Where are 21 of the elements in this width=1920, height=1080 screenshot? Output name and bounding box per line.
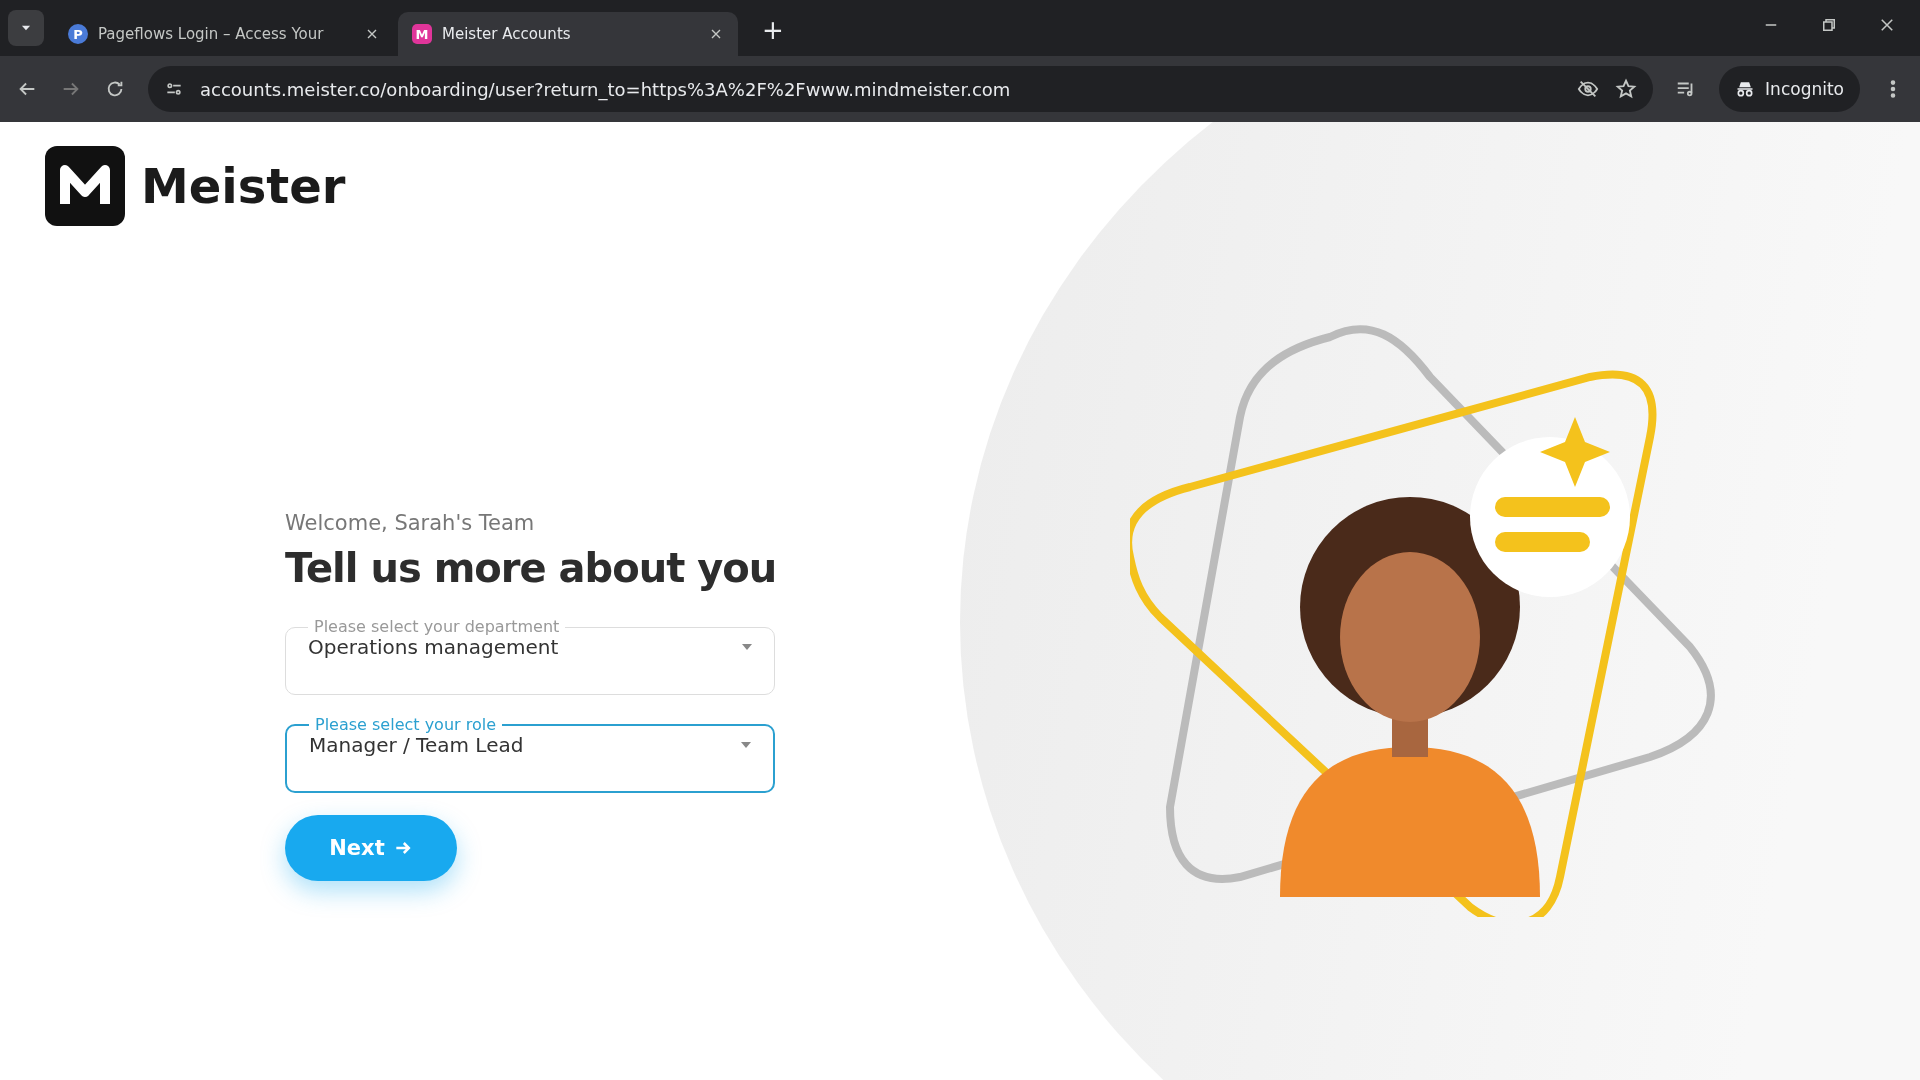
welcome-text: Welcome, Sarah's Team bbox=[285, 511, 536, 535]
favicon: M bbox=[412, 24, 432, 44]
browser-tab[interactable]: M Meister Accounts bbox=[398, 12, 738, 56]
logo-icon bbox=[45, 146, 125, 226]
dropdown-icon bbox=[741, 742, 751, 748]
dropdown-icon bbox=[742, 644, 752, 650]
page-heading: Tell us more about you bbox=[285, 544, 777, 593]
eye-slash-icon[interactable] bbox=[1577, 78, 1600, 100]
select-field[interactable]: Please select your department Operations management bbox=[285, 619, 775, 695]
address-bar[interactable]: accounts.meister.co/onboarding/user?return_to=https%3A%2F%2Fwww.mindmeister.com bbox=[148, 66, 1654, 112]
logo-text: Meister bbox=[141, 158, 346, 214]
incognito-icon bbox=[1735, 79, 1756, 99]
close-icon[interactable] bbox=[1878, 16, 1896, 34]
incognito-button[interactable]: Incognito bbox=[1719, 66, 1860, 112]
tab-list-button[interactable] bbox=[8, 10, 44, 46]
new-tab-button[interactable]: + bbox=[756, 14, 790, 46]
browser-tab[interactable]: P Pageflows Login – Access Your bbox=[54, 12, 394, 56]
star-icon[interactable] bbox=[1615, 78, 1638, 100]
favicon: P bbox=[68, 24, 88, 44]
select-field[interactable]: Please select your role Manager / Team Lead bbox=[285, 717, 775, 793]
restore-icon[interactable] bbox=[1820, 16, 1838, 34]
